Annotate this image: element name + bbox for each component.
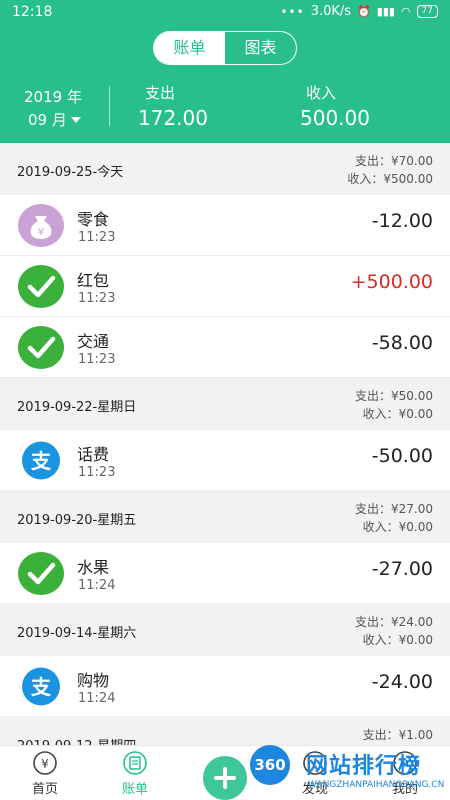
tab-discover[interactable]: 发现 xyxy=(285,750,345,797)
transaction-time: 11:23 xyxy=(78,291,116,306)
tab-chart[interactable]: 图表 xyxy=(225,32,296,64)
day-summary: 支出：¥27.00 收入：¥0.00 xyxy=(355,500,433,536)
day-header: 2019-09-12-星期四 支出：¥1.00 xyxy=(0,717,450,745)
transaction-category: 水果 xyxy=(77,558,110,577)
transaction-time: 11:24 xyxy=(78,691,116,706)
transaction-category: 购物 xyxy=(77,671,110,690)
status-bar: 12:18 ••• 3.0K/s ⏰ ▮▮▮ ◠ 77 xyxy=(0,0,450,26)
transaction-category: 零食 xyxy=(77,210,110,229)
day-summary: 支出：¥24.00 收入：¥0.00 xyxy=(355,613,433,649)
day-income: 收入：¥500.00 xyxy=(347,172,433,186)
transaction-amount: -27.00 xyxy=(371,558,433,580)
day-summary: 支出：¥70.00 收入：¥500.00 xyxy=(347,152,433,188)
year-label: 2019 年 xyxy=(24,88,82,106)
transaction-row[interactable]: 水果 11:24 -27.00 xyxy=(0,543,450,604)
transaction-row[interactable]: 支 话费 11:23 -50.00 xyxy=(0,430,450,491)
alipay-icon: 支 xyxy=(18,665,64,708)
day-summary: 支出：¥50.00 收入：¥0.00 xyxy=(355,387,433,423)
day-header: 2019-09-25-今天 支出：¥70.00 收入：¥500.00 xyxy=(0,143,450,195)
status-icons: ••• 3.0K/s ⏰ ▮▮▮ ◠ 77 xyxy=(280,4,438,19)
tab-bill[interactable]: 账单 xyxy=(154,32,225,64)
tab-bill-label: 账单 xyxy=(121,782,148,797)
wifi-icon: ◠ xyxy=(400,5,411,18)
network-speed: 3.0K/s xyxy=(310,4,352,19)
user-icon xyxy=(392,750,418,776)
svg-text:支: 支 xyxy=(31,449,52,473)
day-summary: 支出：¥1.00 xyxy=(363,726,433,744)
battery-icon: 77 xyxy=(416,5,438,18)
tab-bill-nav[interactable]: 账单 xyxy=(105,750,165,797)
tab-mine[interactable]: 我的 xyxy=(375,750,435,797)
tab-mine-label: 我的 xyxy=(391,782,418,797)
wechat-icon xyxy=(18,326,64,369)
tab-home[interactable]: ¥ 首页 xyxy=(15,750,75,797)
day-income: 收入：¥0.00 xyxy=(362,633,433,647)
month-label: 09 月 xyxy=(28,111,67,129)
signal-icon: ▮▮▮ xyxy=(376,5,395,18)
view-switch: 账单 图表 xyxy=(153,31,297,65)
income-total: 500.00 xyxy=(300,106,370,130)
transaction-amount: -12.00 xyxy=(371,210,433,232)
transaction-time: 11:23 xyxy=(78,465,116,480)
transaction-row[interactable]: 红包 11:23 +500.00 xyxy=(0,256,450,317)
wechat-icon xyxy=(18,552,64,595)
alipay-icon: 支 xyxy=(18,439,64,482)
day-expense: 支出：¥1.00 xyxy=(362,728,433,742)
transaction-amount: +500.00 xyxy=(350,271,433,293)
transaction-time: 11:23 xyxy=(78,352,116,367)
day-date: 2019-09-25-今天 xyxy=(17,165,124,180)
tab-home-label: 首页 xyxy=(31,782,58,797)
day-header: 2019-09-14-星期六 支出：¥24.00 收入：¥0.00 xyxy=(0,604,450,656)
yuan-circle-icon: ¥ xyxy=(32,750,58,776)
status-time: 12:18 xyxy=(12,4,53,20)
wechat-icon xyxy=(18,265,64,308)
expense-label: 支出 xyxy=(145,84,176,102)
day-date: 2019-09-14-星期六 xyxy=(17,626,137,641)
transaction-category: 话费 xyxy=(77,445,110,464)
day-date: 2019-09-20-星期五 xyxy=(17,513,137,528)
bottom-tab-bar: ¥ 首页 账单 发现 我的 xyxy=(0,745,450,800)
svg-text:支: 支 xyxy=(31,675,52,699)
transaction-row[interactable]: 支 购物 11:24 -24.00 xyxy=(0,656,450,717)
svg-text:¥: ¥ xyxy=(38,227,44,238)
day-expense: 支出：¥27.00 xyxy=(355,502,433,516)
add-record-button[interactable] xyxy=(203,756,247,800)
transaction-amount: -58.00 xyxy=(371,332,433,354)
day-expense: 支出：¥24.00 xyxy=(355,615,433,629)
transaction-list[interactable]: 2019-09-25-今天 支出：¥70.00 收入：¥500.00 ¥ 零食 11:23… xyxy=(0,143,450,745)
month-picker[interactable]: 09 月 xyxy=(28,109,81,130)
header-divider xyxy=(109,86,110,126)
transaction-row[interactable]: 交通 11:23 -58.00 xyxy=(0,317,450,378)
svg-text:¥: ¥ xyxy=(41,757,49,771)
transaction-category: 交通 xyxy=(77,332,110,351)
day-income: 收入：¥0.00 xyxy=(362,520,433,534)
transaction-category: 红包 xyxy=(77,271,110,290)
day-date: 2019-09-12-星期四 xyxy=(17,735,136,745)
day-expense: 支出：¥50.00 xyxy=(355,389,433,403)
caret-down-icon xyxy=(70,116,81,123)
day-income: 收入：¥0.00 xyxy=(362,407,433,421)
app-header: 12:18 ••• 3.0K/s ⏰ ▮▮▮ ◠ 77 账单 图表 2019 年… xyxy=(0,0,450,143)
day-header: 2019-09-22-星期日 支出：¥50.00 收入：¥0.00 xyxy=(0,378,450,430)
bill-icon xyxy=(122,750,148,776)
transaction-amount: -50.00 xyxy=(371,445,433,467)
alarm-icon: ⏰ xyxy=(357,5,371,18)
day-header: 2019-09-20-星期五 支出：¥27.00 收入：¥0.00 xyxy=(0,491,450,543)
snack-icon: ¥ xyxy=(18,204,64,247)
income-label: 收入 xyxy=(306,84,337,102)
day-date: 2019-09-22-星期日 xyxy=(17,400,137,415)
day-expense: 支出：¥70.00 xyxy=(355,154,433,168)
transaction-time: 11:23 xyxy=(78,230,116,245)
transaction-time: 11:24 xyxy=(78,578,116,593)
tab-discover-label: 发现 xyxy=(301,782,328,797)
transaction-row[interactable]: ¥ 零食 11:23 -12.00 xyxy=(0,195,450,256)
compass-icon xyxy=(302,750,328,776)
transaction-amount: -24.00 xyxy=(371,671,433,693)
more-dots-icon: ••• xyxy=(280,4,305,19)
expense-total: 172.00 xyxy=(138,106,208,130)
